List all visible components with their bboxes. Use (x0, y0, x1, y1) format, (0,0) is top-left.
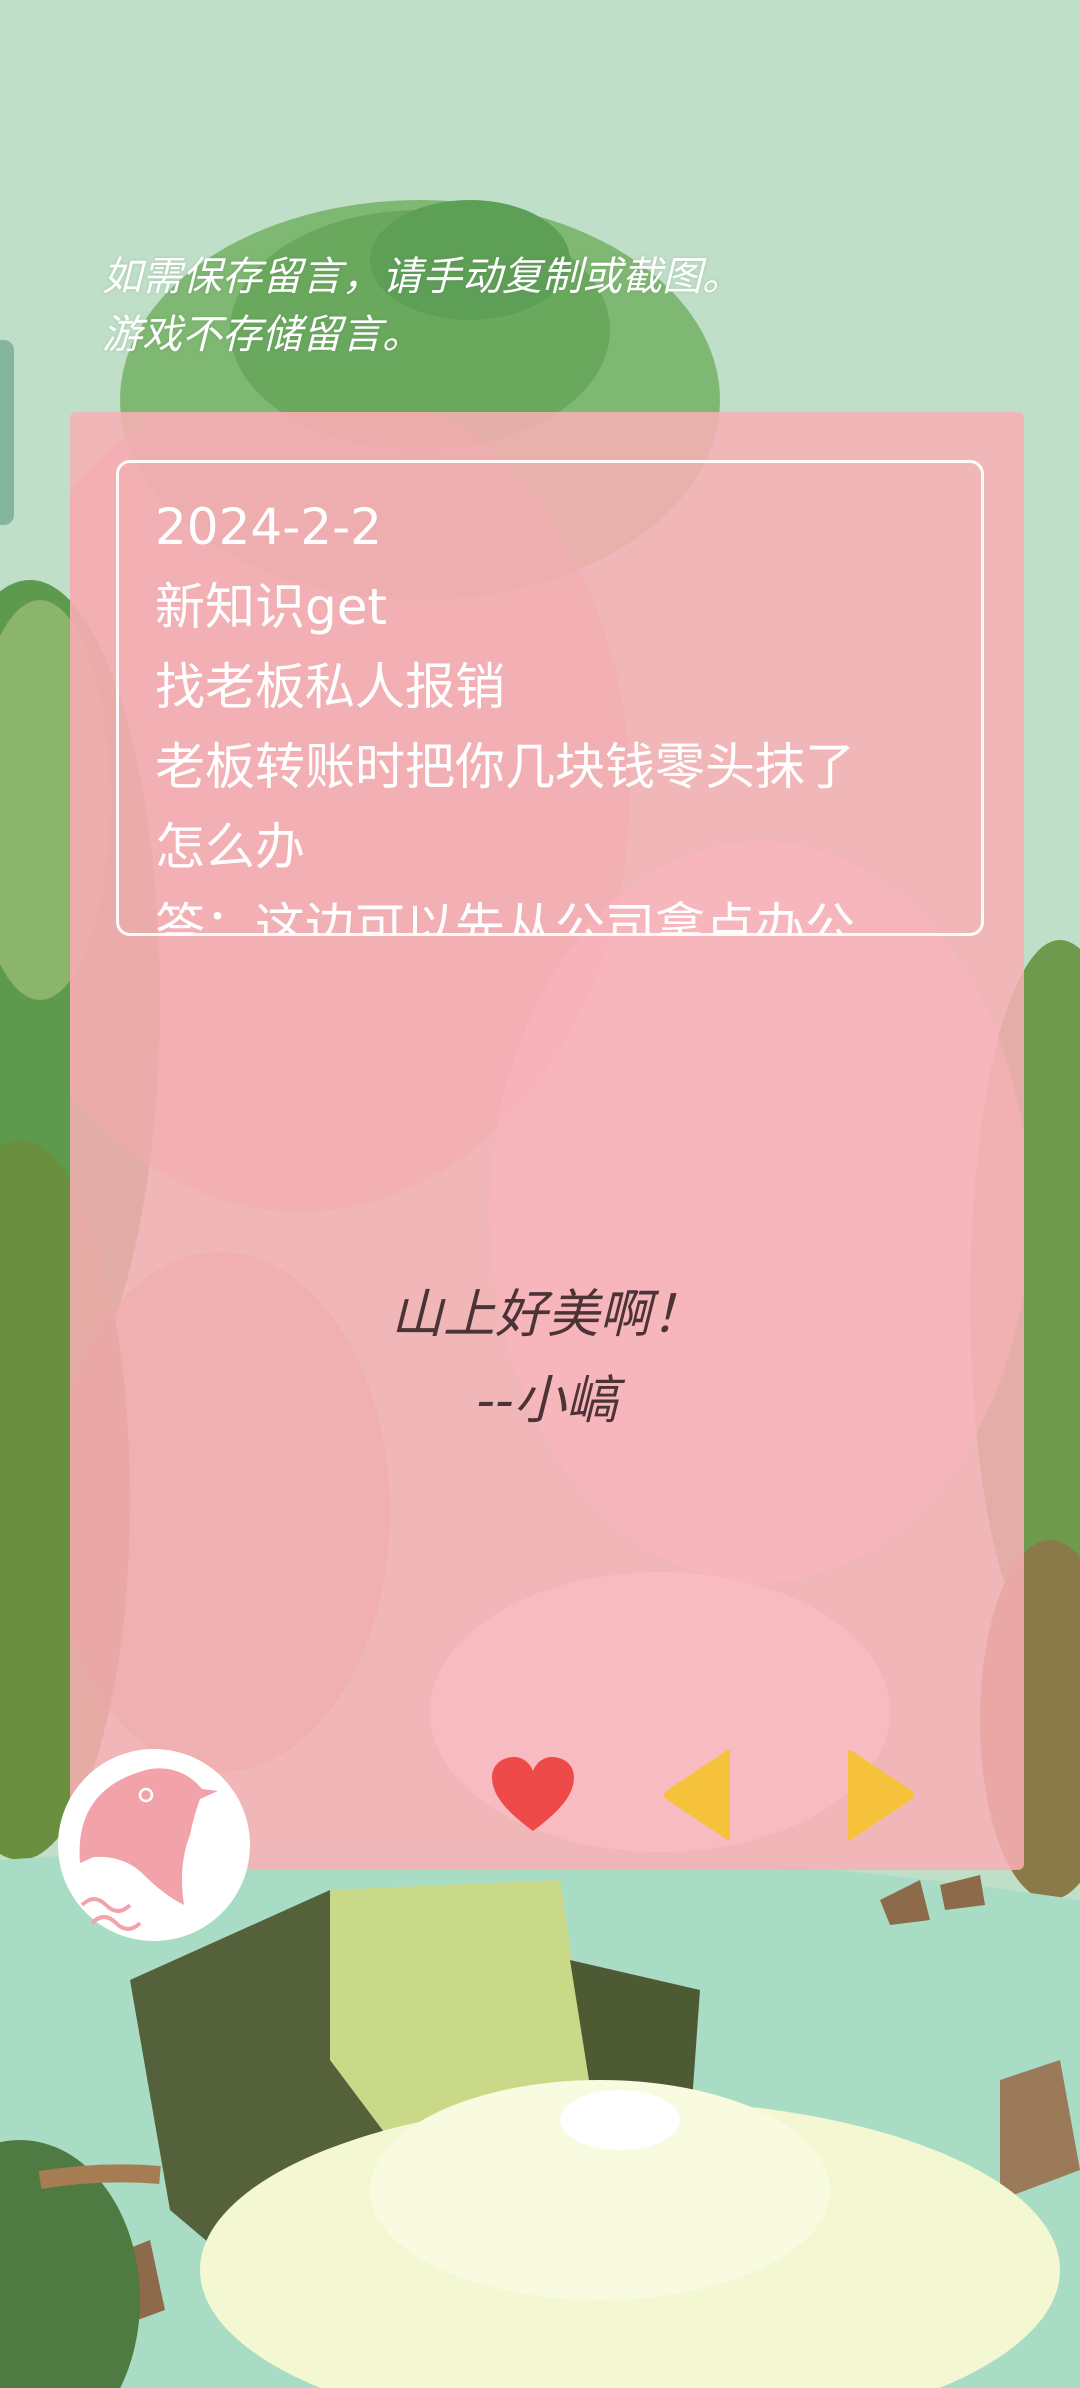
quote-author: --小嵪 (476, 1371, 618, 1431)
bird-logo-icon[interactable] (54, 1745, 254, 1945)
heart-icon[interactable] (490, 1755, 576, 1835)
message-line: 老板转账时把你几块钱零头抹了 (155, 738, 855, 796)
side-drawer-tab[interactable] (0, 340, 14, 525)
triangle-left-icon[interactable] (662, 1748, 732, 1842)
message-line: 答：这边可以先从公司拿点办公 (155, 898, 855, 936)
triangle-right-icon[interactable] (846, 1748, 916, 1842)
message-box[interactable]: 2024-2-2 新知识get 找老板私人报销 老板转账时把你几块钱零头抹了 怎… (116, 460, 984, 936)
save-notice: 如需保存留言，请手动复制或截图。 游戏不存储留言。 (102, 248, 742, 364)
quote-text: 山上好美啊！ (390, 1285, 703, 1345)
message-line: 新知识get (155, 578, 388, 636)
message-line: 找老板私人报销 (155, 658, 505, 716)
message-text: 2024-2-2 新知识get 找老板私人报销 老板转账时把你几块钱零头抹了 怎… (119, 463, 981, 936)
save-notice-line2: 游戏不存储留言。 (102, 312, 422, 358)
message-line: 2024-2-2 (155, 498, 382, 556)
save-notice-line1: 如需保存留言，请手动复制或截图。 (102, 254, 742, 300)
message-line: 怎么办 (155, 818, 305, 876)
